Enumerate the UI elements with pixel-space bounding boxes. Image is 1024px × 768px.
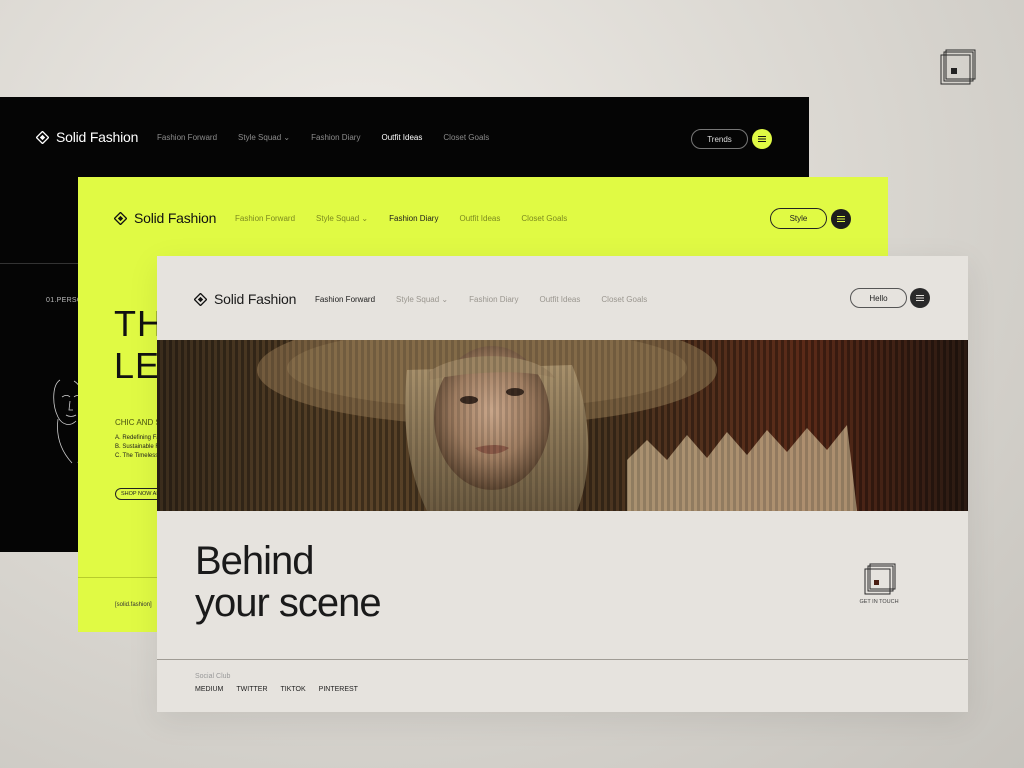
navbar: Solid Fashion Fashion Forward Style Squa… bbox=[0, 129, 809, 145]
nav-links: Fashion Forward Style Squad ⌄ Fashion Di… bbox=[315, 295, 668, 304]
diamond-logo-icon bbox=[194, 292, 207, 306]
get-in-touch-link[interactable]: GET IN TOUCH bbox=[854, 599, 904, 605]
nav-fashion-forward[interactable]: Fashion Forward bbox=[157, 133, 217, 142]
nav-fashion-diary[interactable]: Fashion Diary bbox=[389, 214, 438, 223]
brand-name: Solid Fashion bbox=[56, 129, 139, 145]
hamburger-icon bbox=[758, 136, 766, 142]
stacked-squares-icon[interactable] bbox=[864, 563, 896, 595]
feature-list: A. Redefining Fa B. Sustainable F C. The… bbox=[115, 434, 160, 461]
nav-outfit-ideas[interactable]: Outfit Ideas bbox=[381, 133, 422, 142]
nav-fashion-diary[interactable]: Fashion Diary bbox=[311, 133, 360, 142]
social-link-medium[interactable]: MEDIUM bbox=[195, 686, 223, 693]
nav-style-squad[interactable]: Style Squad ⌄ bbox=[396, 295, 448, 304]
diamond-logo-icon bbox=[114, 211, 127, 225]
subheading: CHIC AND S bbox=[115, 418, 161, 427]
nav-links: Fashion Forward Style Squad ⌄ Fashion Di… bbox=[235, 214, 588, 223]
trends-button[interactable]: Trends bbox=[691, 129, 748, 149]
nav-style-squad[interactable]: Style Squad ⌄ bbox=[238, 133, 290, 142]
social-label: Social Club bbox=[195, 673, 231, 680]
menu-button[interactable] bbox=[831, 209, 851, 229]
navbar: Solid Fashion Fashion Forward Style Squa… bbox=[78, 210, 888, 226]
nav-style-squad[interactable]: Style Squad ⌄ bbox=[316, 214, 368, 223]
hamburger-icon bbox=[916, 295, 924, 301]
list-item: B. Sustainable F bbox=[115, 444, 160, 450]
social-link-pinterest[interactable]: PINTEREST bbox=[319, 686, 358, 693]
nav-fashion-diary[interactable]: Fashion Diary bbox=[469, 295, 518, 304]
navbar: Solid Fashion Fashion Forward Style Squa… bbox=[157, 291, 968, 307]
social-link-tiktok[interactable]: TIKTOK bbox=[281, 686, 306, 693]
style-button[interactable]: Style bbox=[770, 208, 827, 229]
menu-button[interactable] bbox=[752, 129, 772, 149]
hamburger-icon bbox=[837, 216, 845, 222]
social-links: MEDIUM TWITTER TIKTOK PINTEREST bbox=[195, 686, 358, 693]
light-website-preview: Solid Fashion Fashion Forward Style Squa… bbox=[157, 256, 968, 712]
brand-logo[interactable]: Solid Fashion bbox=[194, 291, 315, 307]
nav-closet-goals[interactable]: Closet Goals bbox=[443, 133, 489, 142]
stacked-squares-logo-icon bbox=[940, 49, 976, 85]
nav-closet-goals[interactable]: Closet Goals bbox=[521, 214, 567, 223]
divider bbox=[157, 659, 968, 660]
chevron-down-icon: ⌄ bbox=[441, 294, 449, 304]
brand-logo[interactable]: Solid Fashion bbox=[114, 210, 235, 226]
social-link-twitter[interactable]: TWITTER bbox=[236, 686, 267, 693]
list-item: C. The Timeless bbox=[115, 453, 159, 459]
brand-name: Solid Fashion bbox=[134, 210, 217, 226]
diamond-logo-icon bbox=[36, 130, 49, 144]
title-line: Behind bbox=[195, 539, 315, 583]
nav-outfit-ideas[interactable]: Outfit Ideas bbox=[539, 295, 580, 304]
social-handle: [solid.fashion] bbox=[115, 602, 152, 608]
nav-fashion-forward[interactable]: Fashion Forward bbox=[235, 214, 295, 223]
page-title: Behind your scene bbox=[195, 539, 382, 625]
hero-photo-woman-in-woven-hat bbox=[157, 340, 968, 511]
nav-fashion-forward[interactable]: Fashion Forward bbox=[315, 295, 375, 304]
nav-links: Fashion Forward Style Squad ⌄ Fashion Di… bbox=[157, 133, 510, 142]
brand-name: Solid Fashion bbox=[214, 291, 297, 307]
menu-button[interactable] bbox=[910, 288, 930, 308]
list-item: A. Redefining Fa bbox=[115, 435, 160, 441]
hello-button[interactable]: Hello bbox=[850, 288, 907, 308]
chevron-down-icon: ⌄ bbox=[283, 132, 291, 142]
nav-outfit-ideas[interactable]: Outfit Ideas bbox=[459, 214, 500, 223]
title-line: your scene bbox=[195, 581, 382, 625]
chevron-down-icon: ⌄ bbox=[361, 213, 369, 223]
nav-closet-goals[interactable]: Closet Goals bbox=[601, 295, 647, 304]
brand-logo[interactable]: Solid Fashion bbox=[36, 129, 157, 145]
